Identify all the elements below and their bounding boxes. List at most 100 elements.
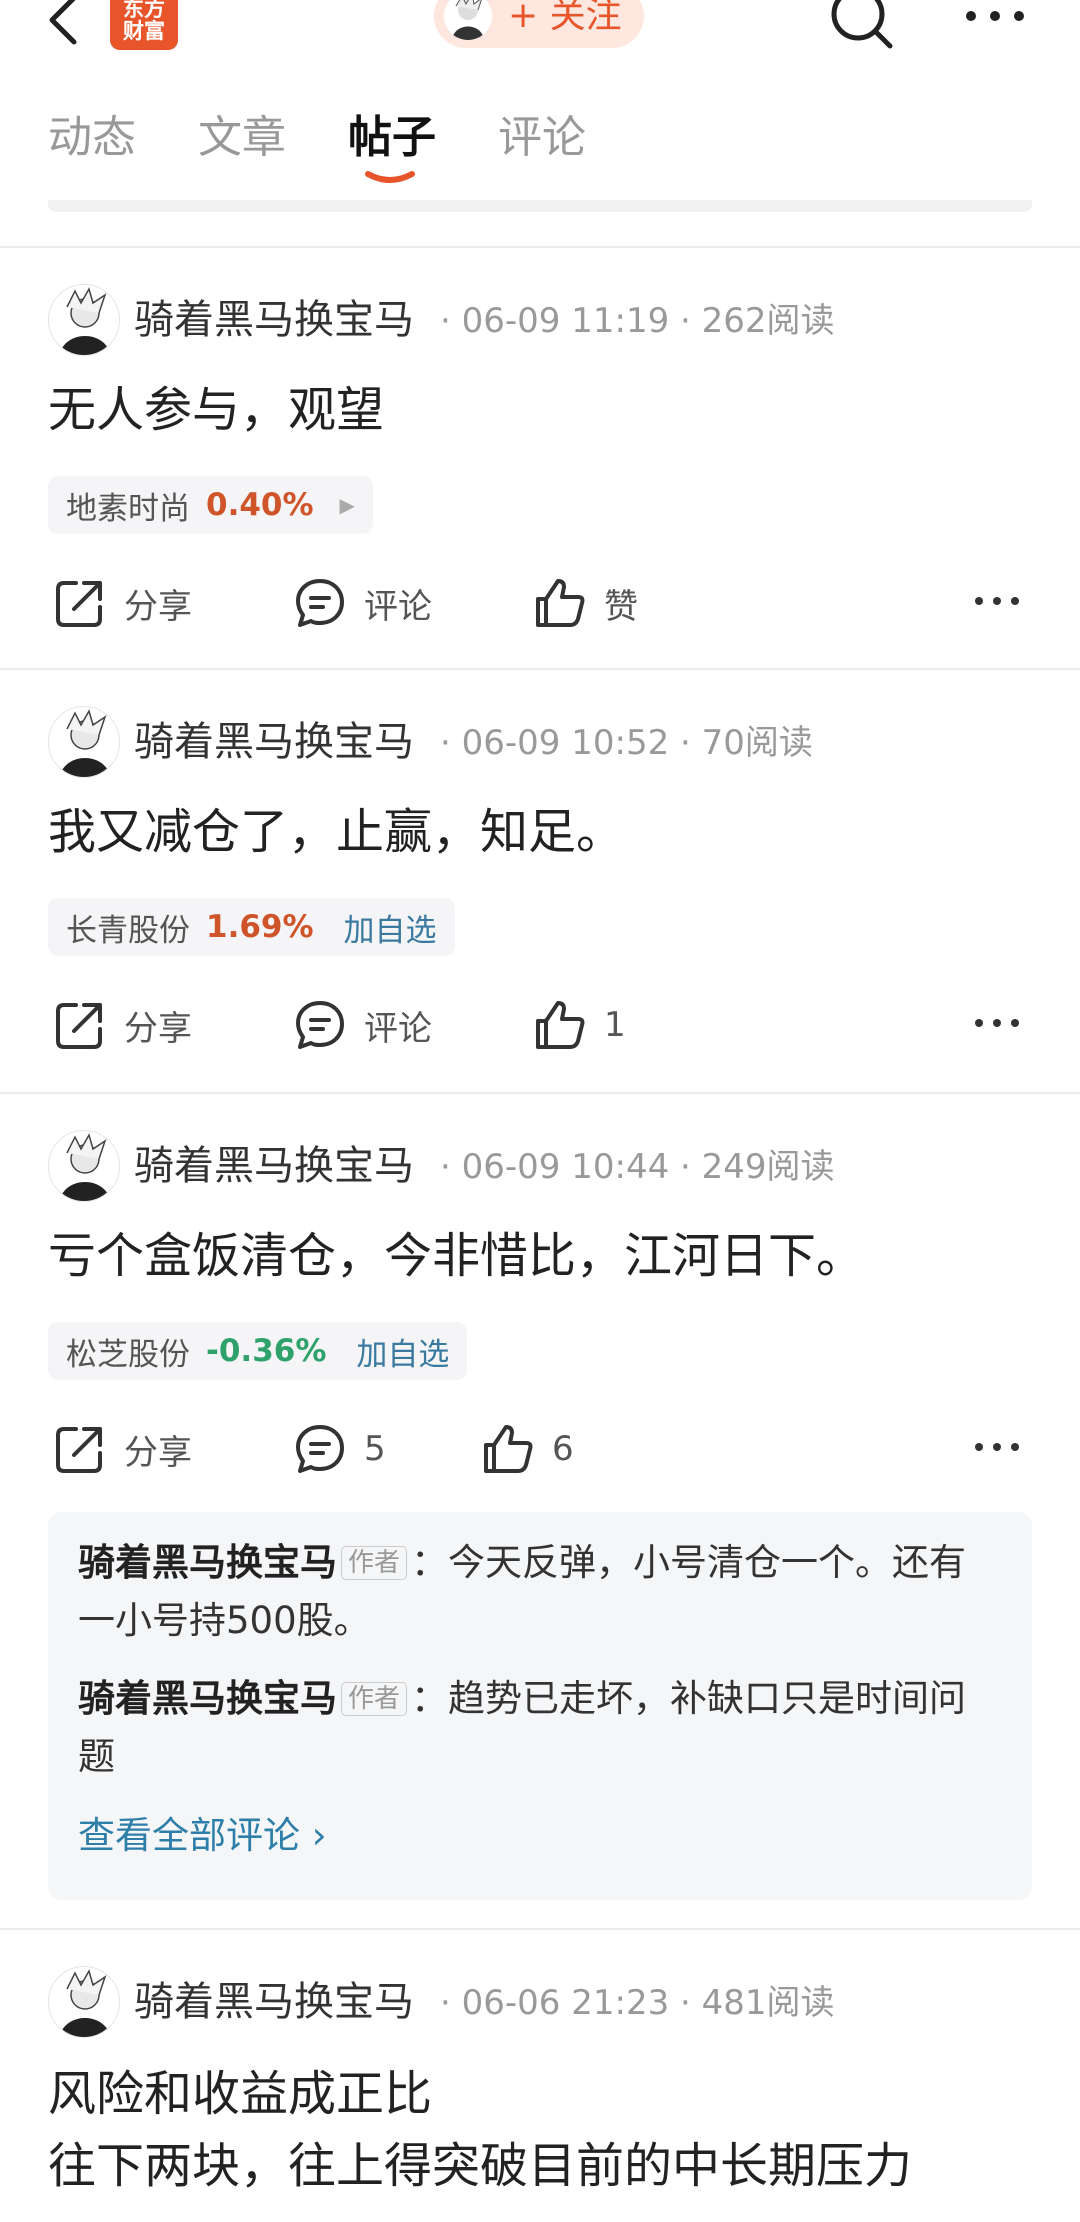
comment-count: 5 <box>364 1429 386 1469</box>
share-label: 分享 <box>124 586 192 627</box>
like-button[interactable]: 赞 <box>532 568 638 638</box>
tab-articles[interactable]: 文章 <box>198 108 286 168</box>
author-avatar[interactable] <box>48 1966 120 2038</box>
share-icon <box>56 1003 102 1049</box>
comment-icon <box>296 1425 344 1473</box>
share-label: 分享 <box>124 1008 192 1049</box>
post-actions: 分享 5 6 <box>0 1414 1080 1484</box>
logo-line-2: 财富 <box>123 19 165 43</box>
post-card[interactable]: 骑着黑马换宝马 · 06-09 11:19 · 262阅读 无人参与，观望 地素… <box>0 284 1080 674</box>
like-button[interactable]: 6 <box>480 1414 574 1484</box>
post-content[interactable]: 风险和收益成正比 <box>48 2058 432 2130</box>
share-button[interactable]: 分享 <box>52 990 192 1060</box>
tabs-divider <box>48 200 1032 212</box>
profile-tabs: 动态 文章 帖子 评论 <box>0 108 1080 198</box>
author-avatar[interactable] <box>48 284 120 356</box>
comment-label: 评论 <box>364 586 432 627</box>
share-icon <box>56 1427 102 1473</box>
author-name[interactable]: 骑着黑马换宝马 <box>134 1140 414 1192</box>
divider <box>0 668 1080 670</box>
divider <box>0 246 1080 248</box>
author-badge: 作者 <box>341 1682 408 1716</box>
post-meta: · 06-09 10:52 · 70阅读 <box>440 723 813 763</box>
share-label: 分享 <box>124 1432 192 1473</box>
thumbs-up-icon <box>536 1001 585 1049</box>
post-content[interactable]: 亏个盒饭清仓，今非惜比，江河日下。 <box>48 1220 864 1292</box>
stock-tag[interactable]: 松芝股份 -0.36% 加自选 <box>48 1322 468 1380</box>
post-content[interactable]: 无人参与，观望 <box>48 374 384 446</box>
chevron-left-icon <box>49 0 77 45</box>
follow-label: + 关注 <box>508 0 622 36</box>
comment-button[interactable]: 5 <box>292 1414 386 1484</box>
comment-preview: 骑着黑马换宝马 作者 ：今天反弹，小号清仓一个。还有一小号持500股。 骑着黑马换宝… <box>48 1512 1032 1900</box>
stock-change: -0.36% <box>206 1333 327 1369</box>
more-horizontal-icon[interactable] <box>972 1008 1022 1038</box>
comment-item[interactable]: 骑着黑马换宝马 作者 ：趋势已走坏，补缺口只是时间问题 <box>78 1670 1002 1786</box>
divider <box>0 1092 1080 1094</box>
comment-author[interactable]: 骑着黑马换宝马 <box>78 1541 337 1584</box>
stock-change: 1.69% <box>206 909 314 945</box>
thumbs-up-icon <box>536 579 585 627</box>
tab-dynamics[interactable]: 动态 <box>48 108 136 168</box>
back-button[interactable] <box>40 0 90 52</box>
author-name[interactable]: 骑着黑马换宝马 <box>134 294 414 346</box>
author-avatar[interactable] <box>48 1130 120 1202</box>
post-meta: · 06-09 10:44 · 249阅读 <box>440 1147 835 1187</box>
post-content[interactable]: 往下两块，往上得突破目前的中长期压力 <box>48 2130 912 2202</box>
post-card[interactable]: 骑着黑马换宝马 · 06-09 10:44 · 249阅读 亏个盒饭清仓，今非惜… <box>0 1130 1080 1900</box>
post-card[interactable]: 骑着黑马换宝马 · 06-09 10:52 · 70阅读 我又减仓了，止赢，知足… <box>0 706 1080 1096</box>
author-badge: 作者 <box>341 1546 408 1580</box>
comment-button[interactable]: 评论 <box>292 990 432 1060</box>
like-count: 6 <box>552 1429 574 1469</box>
comment-icon <box>296 579 344 627</box>
more-horizontal-icon[interactable] <box>972 1432 1022 1462</box>
more-horizontal-icon <box>966 11 1024 21</box>
app-logo: 东方 财富 <box>110 0 178 50</box>
thumbs-up-icon <box>484 1425 533 1473</box>
post-actions: 分享 评论 1 <box>0 990 1080 1060</box>
stock-name: 长青股份 <box>66 912 190 949</box>
post-content[interactable]: 我又减仓了，止赢，知足。 <box>48 796 624 868</box>
add-watchlist-button[interactable]: 加自选 <box>356 1329 449 1374</box>
post-actions: 分享 评论 赞 <box>0 568 1080 638</box>
divider <box>0 1928 1080 1930</box>
post-meta: · 06-06 21:23 · 481阅读 <box>440 1983 835 2023</box>
follow-button[interactable]: + 关注 <box>434 0 644 48</box>
comment-item[interactable]: 骑着黑马换宝马 作者 ：今天反弹，小号清仓一个。还有一小号持500股。 <box>78 1534 1002 1650</box>
like-count: 1 <box>604 1005 626 1045</box>
share-button[interactable]: 分享 <box>52 568 192 638</box>
tab-posts[interactable]: 帖子 <box>348 108 436 168</box>
comment-separator: ： <box>411 1541 449 1584</box>
author-name[interactable]: 骑着黑马换宝马 <box>134 1976 414 2028</box>
stock-tag[interactable]: 长青股份 1.69% 加自选 <box>48 898 455 956</box>
post-meta: · 06-09 11:19 · 262阅读 <box>440 301 835 341</box>
search-icon <box>831 0 893 49</box>
comment-label: 评论 <box>364 1008 432 1049</box>
view-all-comments-link[interactable]: 查看全部评论 › <box>78 1806 1002 1866</box>
like-label: 赞 <box>604 586 638 627</box>
stock-tag[interactable]: 地素时尚 0.40% ▶ <box>48 476 373 534</box>
comment-separator: ： <box>411 1677 449 1720</box>
comment-author[interactable]: 骑着黑马换宝马 <box>78 1677 337 1720</box>
top-bar: 东方 财富 + 关注 <box>0 0 1080 80</box>
share-icon <box>56 581 102 627</box>
like-button[interactable]: 1 <box>532 990 626 1060</box>
active-tab-indicator <box>365 171 415 183</box>
add-watchlist-button[interactable]: 加自选 <box>344 905 437 950</box>
logo-line-1: 东方 <box>123 0 165 21</box>
play-icon: ▶ <box>339 493 355 517</box>
share-button[interactable]: 分享 <box>52 1414 192 1484</box>
author-avatar[interactable] <box>48 706 120 778</box>
stock-change: 0.40% <box>206 487 314 523</box>
more-options-button[interactable] <box>960 0 1030 42</box>
comment-button[interactable]: 评论 <box>292 568 432 638</box>
comment-icon <box>296 1001 344 1049</box>
stock-name: 地素时尚 <box>66 490 190 527</box>
post-card[interactable]: 骑着黑马换宝马 · 06-06 21:23 · 481阅读 风险和收益成正比 往… <box>0 1966 1080 2222</box>
tab-comments[interactable]: 评论 <box>498 108 586 168</box>
search-button[interactable] <box>826 0 896 54</box>
avatar <box>444 0 492 40</box>
more-horizontal-icon[interactable] <box>972 586 1022 616</box>
stock-name: 松芝股份 <box>66 1336 190 1373</box>
author-name[interactable]: 骑着黑马换宝马 <box>134 716 414 768</box>
